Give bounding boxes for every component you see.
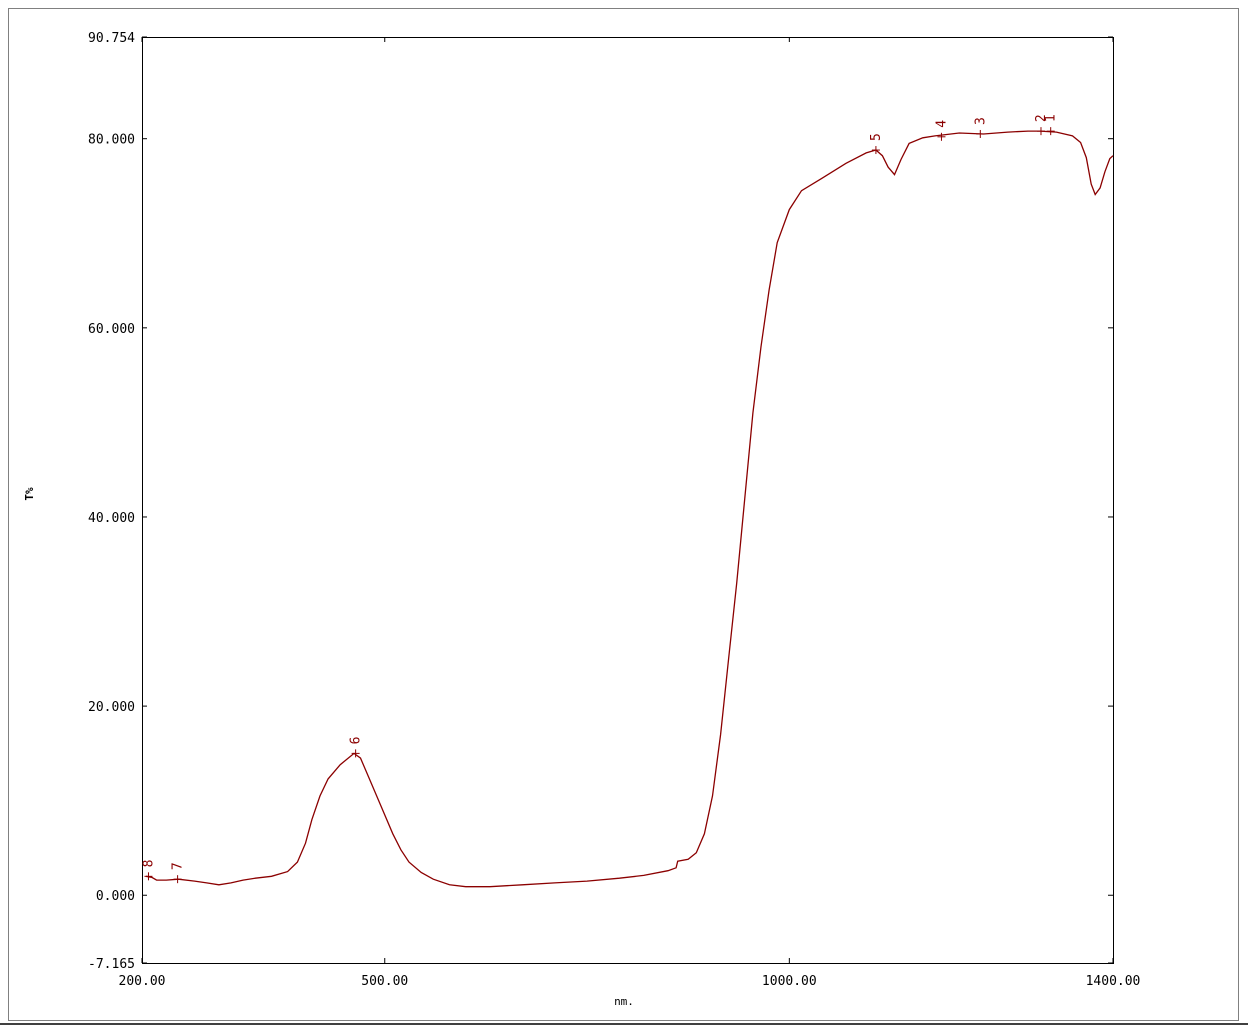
- peak-label: 2: [1034, 114, 1049, 122]
- y-tick-label: 40.000: [88, 511, 135, 526]
- x-tick-label: 1400.00: [1086, 974, 1141, 989]
- peak-label: 4: [934, 120, 949, 128]
- y-tick-label: 20.000: [88, 700, 135, 715]
- spectrum-chart: -7.165 0.000 20.000 40.000 60.000 80.000 90.75…: [0, 8, 1248, 1025]
- y-tick-label: 60.000: [88, 322, 135, 337]
- peak-label: 6: [349, 737, 364, 745]
- y-tick-label: -7.165: [88, 957, 135, 972]
- x-tick-label: 500.00: [361, 974, 408, 989]
- y-axis-label: T%: [23, 487, 36, 501]
- x-tick-label: 1000.00: [762, 974, 817, 989]
- x-tick-label: 200.00: [119, 974, 166, 989]
- y-tick-label: 0.000: [96, 889, 135, 904]
- chart-frame: [8, 8, 1239, 1021]
- peak-label: 7: [171, 862, 186, 870]
- x-axis-label: nm.: [614, 995, 634, 1008]
- peak-label: 5: [869, 133, 884, 141]
- y-tick-label: 90.754: [88, 31, 135, 46]
- y-tick-label: 80.000: [88, 133, 135, 148]
- peak-label: 8: [141, 860, 156, 868]
- peak-label: 3: [973, 117, 988, 125]
